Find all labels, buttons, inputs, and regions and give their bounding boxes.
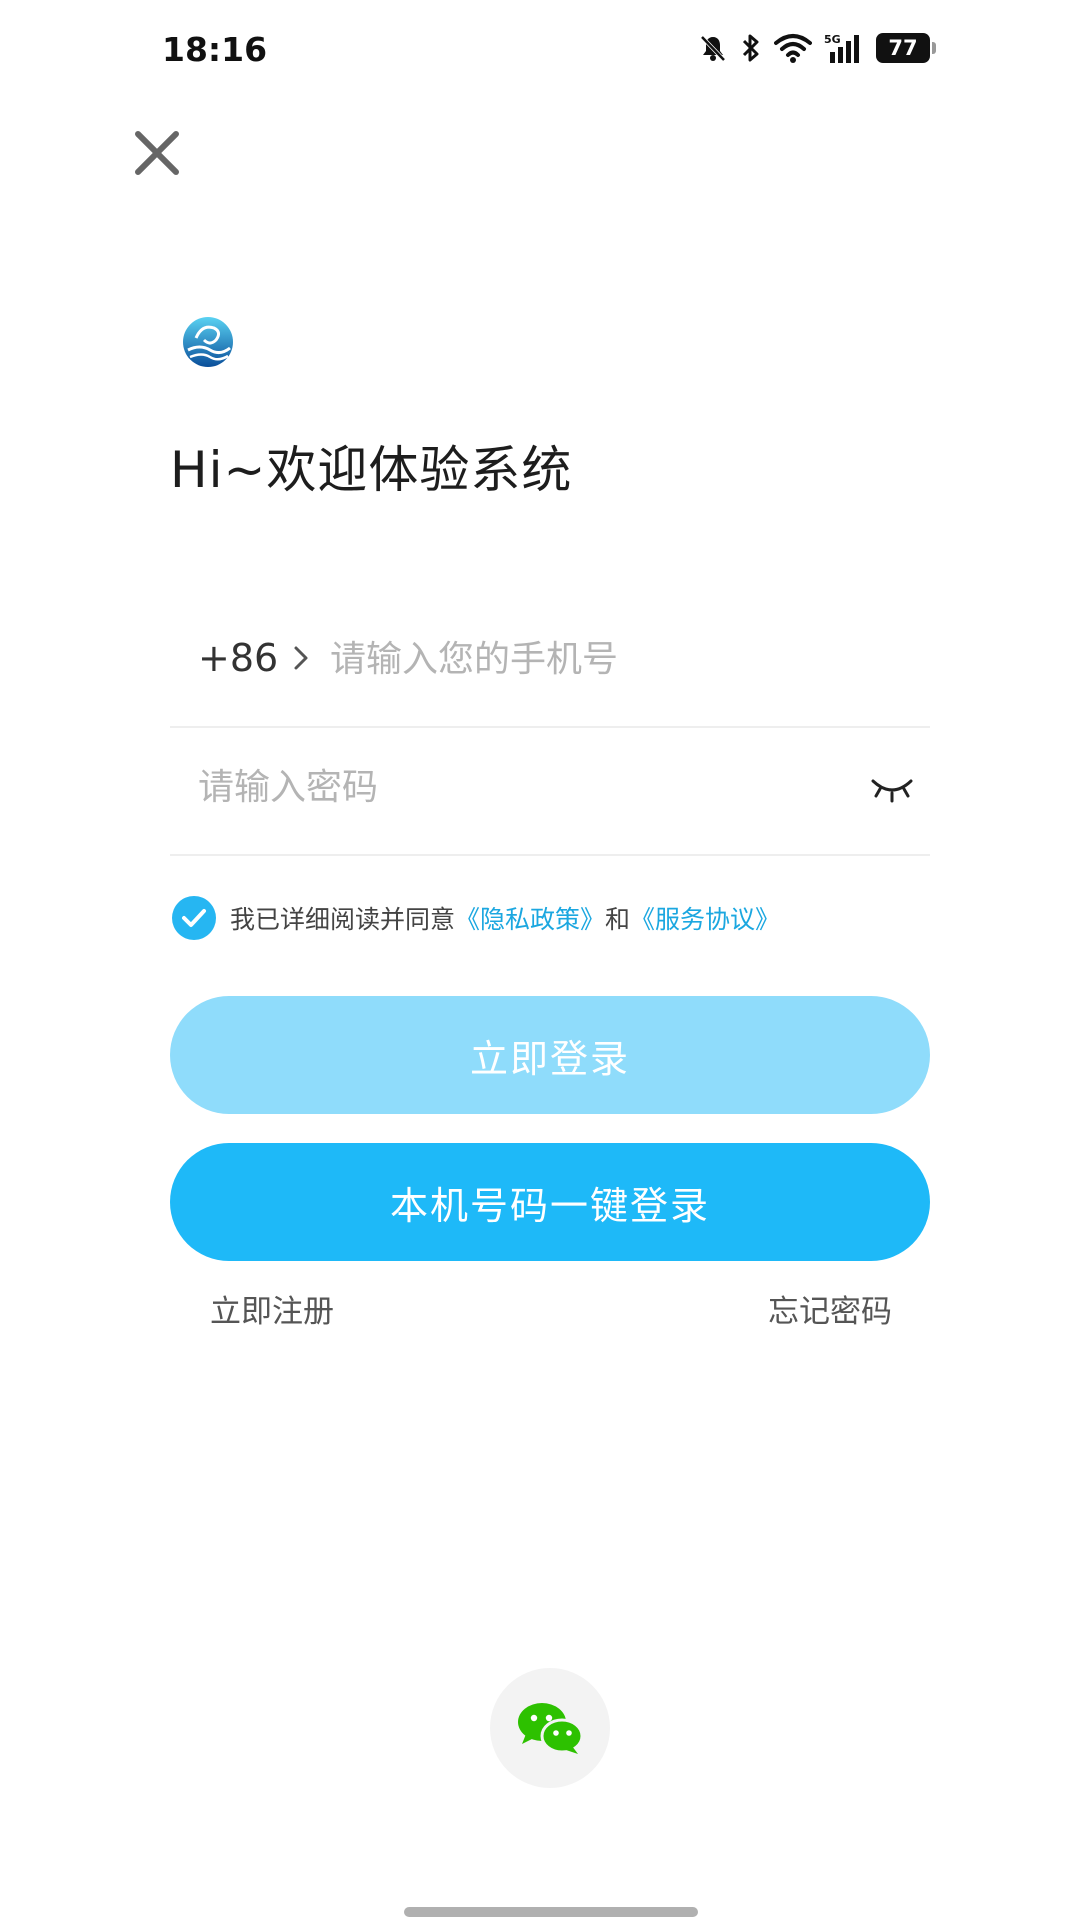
wechat-icon [518, 1703, 584, 1754]
eye-closed-icon[interactable] [870, 773, 914, 803]
welcome-title: Hi~欢迎体验系统 [170, 441, 573, 499]
agreement-and: 和 [605, 905, 631, 934]
agreement-prefix: 我已详细阅读并同意 [230, 905, 456, 934]
wechat-login-button[interactable] [490, 1668, 610, 1788]
service-agreement-link[interactable]: 《服务协议》 [630, 905, 780, 934]
login-button[interactable]: 立即登录 [170, 996, 930, 1114]
wifi-icon [774, 34, 812, 63]
check-icon [182, 909, 206, 927]
bluetooth-icon [742, 34, 759, 62]
chevron-right-icon [294, 646, 308, 670]
one-key-login-button[interactable]: 本机号码一键登录 [170, 1143, 930, 1261]
status-time: 18:16 [162, 30, 268, 69]
battery-level: 77 [888, 36, 918, 60]
close-icon[interactable] [132, 128, 182, 178]
home-indicator[interactable] [404, 1907, 698, 1917]
forgot-password-link[interactable]: 忘记密码 [768, 1286, 892, 1331]
status-icons: 5G 77 [698, 32, 936, 64]
agreement-row: 我已详细阅读并同意《隐私政策》和《服务协议》 [172, 896, 780, 940]
battery-indicator: 77 [876, 33, 936, 63]
password-input[interactable] [198, 762, 798, 812]
agreement-text: 我已详细阅读并同意《隐私政策》和《服务协议》 [230, 900, 780, 936]
privacy-policy-link[interactable]: 《隐私政策》 [455, 905, 605, 934]
country-code-selector[interactable]: +86 [198, 636, 310, 680]
register-link[interactable]: 立即注册 [210, 1286, 334, 1331]
phone-input[interactable] [330, 634, 890, 684]
phone-field: +86 [170, 600, 930, 728]
country-code-label: +86 [198, 636, 279, 680]
status-bar: 18:16 5G 77 [0, 0, 1080, 104]
agreement-checkbox[interactable] [172, 896, 216, 940]
password-field [170, 728, 930, 856]
mute-icon [700, 35, 726, 62]
app-logo [183, 317, 233, 367]
signal-5g-icon: 5G [824, 33, 859, 63]
svg-text:5G: 5G [824, 33, 841, 46]
